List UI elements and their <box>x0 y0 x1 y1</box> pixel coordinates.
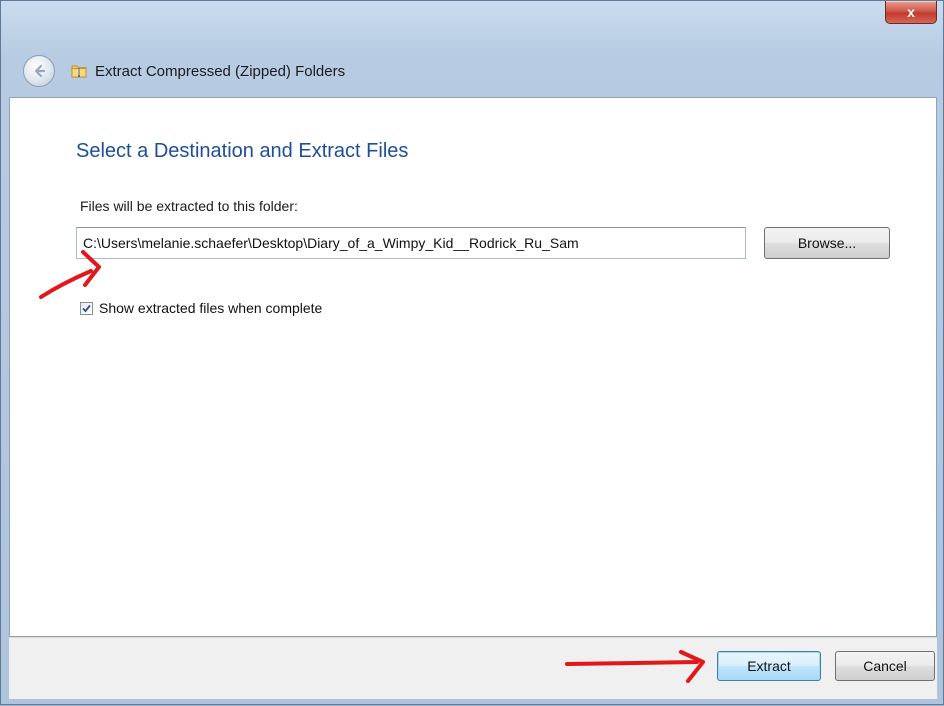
page-heading: Select a Destination and Extract Files <box>76 140 409 162</box>
title-bar: Extract Compressed (Zipped) Folders <box>9 51 935 91</box>
show-files-label: Show extracted files when complete <box>99 300 323 316</box>
window-title: Extract Compressed (Zipped) Folders <box>95 62 346 80</box>
dialog-window: x Extract Compressed (Zipped) Folders Se… <box>0 0 944 705</box>
cancel-button[interactable]: Cancel <box>835 651 935 681</box>
extract-button[interactable]: Extract <box>717 651 821 681</box>
destination-label: Files will be extracted to this folder: <box>80 198 298 214</box>
browse-button[interactable]: Browse... <box>764 227 890 259</box>
dialog-footer: Extract Cancel <box>9 637 937 699</box>
checkmark-icon <box>82 304 91 312</box>
close-icon: x <box>907 4 915 20</box>
back-button[interactable] <box>23 55 55 87</box>
content-panel: Select a Destination and Extract Files F… <box>9 97 937 637</box>
close-button[interactable]: x <box>885 1 937 24</box>
show-files-checkbox[interactable] <box>80 301 93 315</box>
back-arrow-icon <box>34 64 46 78</box>
show-files-option: Show extracted files when complete <box>80 300 322 316</box>
zipped-folder-icon <box>71 64 87 78</box>
background-window-ghost <box>31 7 823 29</box>
destination-path-input[interactable] <box>76 227 746 259</box>
